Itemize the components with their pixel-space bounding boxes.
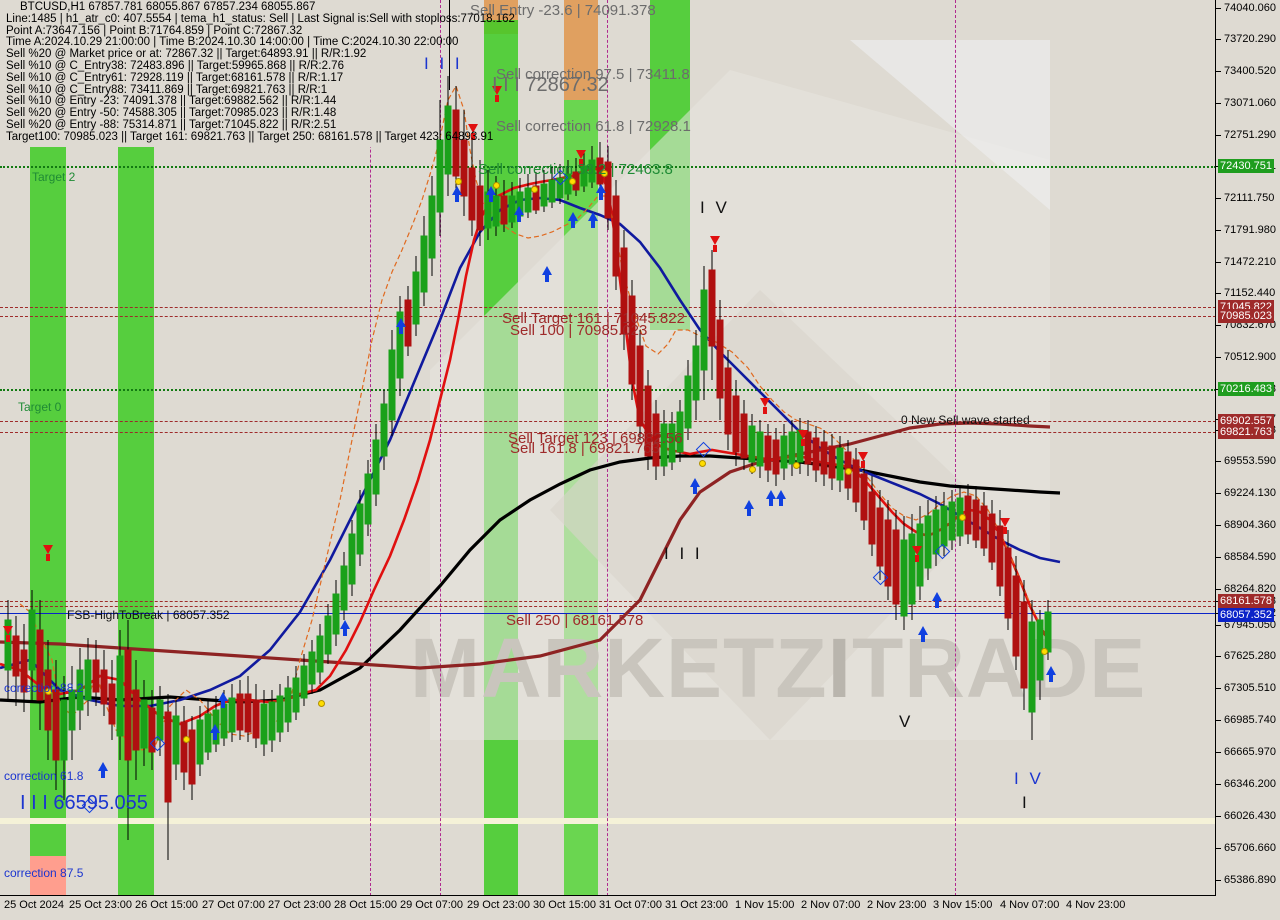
price-label-red: 69821.763	[1218, 425, 1274, 439]
time-tick-label: 1 Nov 15:00	[735, 899, 795, 911]
time-tick-label: 4 Nov 07:00	[1000, 899, 1060, 911]
price-tick: 65706.660	[1216, 842, 1280, 855]
chart-annotation: Sell correction 61.8 | 72928.1	[496, 118, 691, 135]
price-label-red: 68161.578	[1218, 594, 1274, 608]
info-line: Sell %10 @ C_Entry61: 72928.119 || Targe…	[6, 71, 344, 84]
chart-annotation: Target 0	[18, 400, 62, 414]
chart-annotation: correction 87.5	[4, 866, 84, 880]
time-tick-label: 26 Oct 15:00	[135, 899, 198, 911]
price-tick: 69553.590	[1216, 455, 1280, 468]
chart-annotation: Sell 161.8 | 69821.763	[510, 440, 660, 457]
price-tick: 71791.980	[1216, 224, 1280, 237]
price-tick: 68904.360	[1216, 519, 1280, 532]
price-label-red: 70985.023	[1218, 309, 1274, 323]
chart-annotation: 0 New Sell wave started	[901, 413, 1030, 427]
time-tick-label: 27 Oct 07:00	[202, 899, 265, 911]
price-tick: 69224.130	[1216, 487, 1280, 500]
time-tick-label: 28 Oct 15:00	[334, 899, 397, 911]
price-tick: 71472.210	[1216, 256, 1280, 269]
time-tick-label: 4 Nov 23:00	[1066, 899, 1126, 911]
price-tick: 71152.440	[1216, 287, 1280, 300]
time-scale[interactable]: 25 Oct 2024 25 Oct 23:00 26 Oct 15:00 27 Oc…	[0, 895, 1216, 920]
price-tick: 72751.290	[1216, 129, 1280, 142]
time-tick-label: 25 Oct 2024	[4, 899, 64, 911]
time-tick-label: 25 Oct 23:00	[69, 899, 132, 911]
info-line: Sell %20 @ Entry -88: 75314.871 || Targe…	[6, 118, 337, 131]
price-label-green: 70216.483	[1218, 382, 1274, 396]
time-tick-label: 2 Nov 23:00	[867, 899, 927, 911]
price-label-blue: 68057.352	[1218, 608, 1274, 622]
info-line: Line:1485 | h1_atr_c0: 407.5554 | tema_h…	[6, 12, 515, 25]
price-tick: 73400.520	[1216, 65, 1280, 78]
chart-annotation: correction 88.2	[4, 681, 84, 695]
elliott-wave-label: V	[899, 712, 914, 731]
price-tick: 73071.060	[1216, 97, 1280, 110]
price-tick: 73720.290	[1216, 33, 1280, 46]
chart-annotation: Sell correction 38.2 | 72463.8	[478, 161, 673, 178]
price-tick: 68584.590	[1216, 551, 1280, 564]
price-tick: 65386.890	[1216, 874, 1280, 887]
price-scale[interactable]: 74040.060 73720.290 73400.520 73071.060 7275…	[1215, 0, 1280, 896]
price-tick: 70512.900	[1216, 351, 1280, 364]
elliott-wave-label: I I I	[424, 54, 463, 73]
time-tick-label: 31 Oct 23:00	[665, 899, 728, 911]
price-tick: 66665.970	[1216, 746, 1280, 759]
time-tick-label: 30 Oct 15:00	[533, 899, 596, 911]
time-tick-label: 27 Oct 23:00	[268, 899, 331, 911]
chart-annotation: correction 61.8	[4, 769, 84, 783]
price-label-green: 72430.751	[1218, 159, 1274, 173]
elliott-wave-label: I V	[1014, 769, 1044, 788]
time-tick-label: 31 Oct 07:00	[599, 899, 662, 911]
time-tick-label: 3 Nov 15:00	[933, 899, 993, 911]
time-tick-label: 29 Oct 07:00	[400, 899, 463, 911]
chart-annotation: Sell 250 | 68161.578	[506, 612, 644, 629]
trading-chart-window: MARKETZITRADE Sell Entry -23.6 | 74091.3…	[0, 0, 1280, 920]
chart-annotation: I I I 66595.055	[20, 792, 148, 814]
time-tick-label: 29 Oct 23:00	[467, 899, 530, 911]
price-tick: 66346.200	[1216, 778, 1280, 791]
chart-plot-area[interactable]: MARKETZITRADE Sell Entry -23.6 | 74091.3…	[0, 0, 1216, 896]
price-tick: 67625.280	[1216, 650, 1280, 663]
price-tick: 74040.060	[1216, 2, 1280, 15]
chart-annotation: I I I 72867.32	[492, 74, 609, 96]
chart-annotation: Sell 100 | 70985.023	[510, 322, 648, 339]
info-line: Sell %10 @ C_Entry38: 72483.896 || Targe…	[6, 59, 344, 72]
price-tick: 66985.740	[1216, 714, 1280, 727]
price-tick: 72111.750	[1216, 192, 1280, 205]
elliott-wave-label: I V	[700, 198, 730, 217]
price-tick: 66026.430	[1216, 810, 1280, 823]
chart-annotation: Target 2	[32, 170, 76, 184]
elliott-wave-label: I I I	[664, 544, 703, 563]
chart-annotation: FSB-HighToBreak | 68057.352	[67, 608, 230, 622]
elliott-wave-label: I	[1022, 793, 1030, 812]
time-tick-label: 2 Nov 07:00	[801, 899, 861, 911]
chart-info-panel: BTCUSD,H1 67857.781 68055.867 67857.234 …	[0, 0, 515, 147]
info-line: Target100: 70985.023 || Target 161: 6982…	[6, 130, 494, 143]
price-tick: 67305.510	[1216, 682, 1280, 695]
